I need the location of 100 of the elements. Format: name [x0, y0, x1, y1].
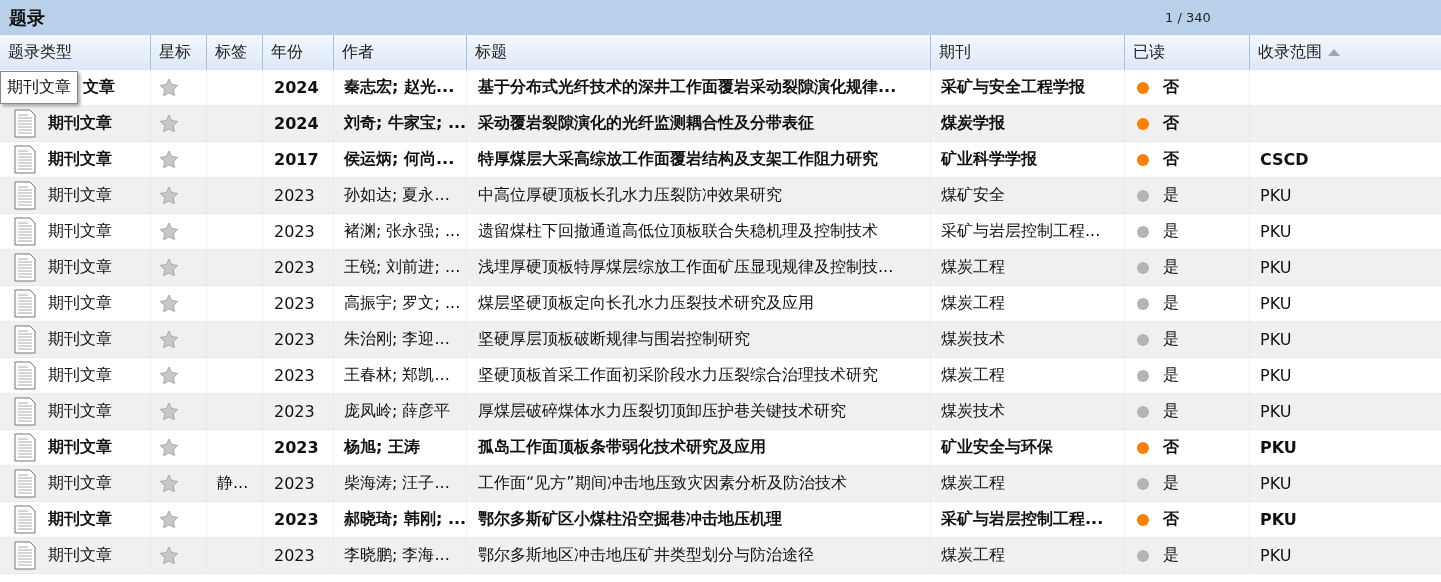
- table-cell: 2023: [274, 510, 319, 529]
- table-cell: 煤层坚硬顶板定向长孔水力压裂技术研究及应用: [478, 293, 814, 314]
- table-cell: 否: [1163, 437, 1179, 458]
- table-cell: 李晓鹏; 李海...: [344, 545, 450, 566]
- column-header[interactable]: 题录类型: [0, 35, 150, 70]
- table-cell: 期刊文章: [48, 509, 112, 530]
- table-cell: 2023: [274, 222, 315, 241]
- table-cell: 期刊文章: [48, 437, 112, 458]
- star-icon[interactable]: [159, 330, 179, 349]
- star-icon[interactable]: [159, 438, 179, 457]
- star-icon[interactable]: [159, 258, 179, 277]
- table-cell: 采矿与岩层控制工程...: [941, 221, 1101, 242]
- table-cell: 郝晓琦; 韩刚; ...: [344, 509, 467, 530]
- table-cell: 是: [1163, 329, 1179, 350]
- document-icon: [14, 397, 36, 426]
- document-icon: [14, 433, 36, 462]
- table-cell: PKU: [1260, 186, 1292, 205]
- table-cell: 高振宇; 罗文; ...: [344, 293, 461, 314]
- table-cell: 坚硬顶板首采工作面初采阶段水力压裂综合治理技术研究: [478, 365, 878, 386]
- table-cell: 文章: [83, 77, 115, 98]
- table-cell: 是: [1163, 473, 1179, 494]
- document-icon: [14, 253, 36, 282]
- table-cell: 期刊文章: [48, 185, 112, 206]
- table-cell: 采矿与岩层控制工程...: [941, 509, 1104, 530]
- table-cell: PKU: [1260, 402, 1292, 421]
- table-cell: 采动覆岩裂隙演化的光纤监测耦合性及分带表征: [478, 113, 814, 134]
- document-icon: [14, 289, 36, 318]
- table-cell: 侯运炳; 何尚...: [344, 149, 455, 170]
- document-icon: [14, 325, 36, 354]
- table-cell: PKU: [1260, 474, 1292, 493]
- table-cell: 煤炭技术: [941, 401, 1005, 422]
- table-cell: PKU: [1260, 546, 1292, 565]
- table-cell: 工作面“见方”期间冲击地压致灾因素分析及防治技术: [478, 473, 847, 494]
- table-cell: 2024: [274, 78, 319, 97]
- panel-title: 题录: [8, 5, 45, 30]
- star-icon[interactable]: [159, 114, 179, 133]
- document-icon: [14, 109, 36, 138]
- star-icon[interactable]: [159, 78, 179, 97]
- table-cell: 期刊文章: [48, 401, 112, 422]
- document-icon: [14, 217, 36, 246]
- table-cell: 煤炭工程: [941, 293, 1005, 314]
- star-icon[interactable]: [159, 546, 179, 565]
- record-counter: 1 / 340: [1165, 10, 1211, 25]
- star-icon[interactable]: [159, 222, 179, 241]
- table-cell: 是: [1163, 365, 1179, 386]
- document-icon: [14, 145, 36, 174]
- table-cell: 是: [1163, 293, 1179, 314]
- star-icon[interactable]: [159, 186, 179, 205]
- table-cell: 褚渊; 张永强; ...: [344, 221, 461, 242]
- table-cell: 孙如达; 夏永...: [344, 185, 450, 206]
- table-cell: 杨旭; 王涛: [344, 437, 420, 458]
- star-icon[interactable]: [159, 366, 179, 385]
- table-cell: 鄂尔多斯矿区小煤柱沿空掘巷冲击地压机理: [478, 509, 782, 530]
- table-cell: 中高位厚硬顶板长孔水力压裂防冲效果研究: [478, 185, 782, 206]
- table-cell: 否: [1163, 509, 1179, 530]
- star-icon[interactable]: [159, 294, 179, 313]
- tooltip: 期刊文章: [0, 71, 78, 104]
- table-cell: 2023: [274, 438, 319, 457]
- sort-ascending-icon: [1328, 49, 1340, 56]
- document-icon: [14, 469, 36, 498]
- star-icon[interactable]: [159, 402, 179, 421]
- table-cell: 煤炭技术: [941, 329, 1005, 350]
- table-cell: PKU: [1260, 222, 1292, 241]
- table-cell: PKU: [1260, 294, 1292, 313]
- table-cell: PKU: [1260, 366, 1292, 385]
- table-cell: 期刊文章: [48, 257, 112, 278]
- table-cell: 庞凤岭; 薛彦平: [344, 401, 451, 422]
- table-cell: 煤炭学报: [941, 113, 1005, 134]
- document-icon: [14, 181, 36, 210]
- table-cell: 王锐; 刘前进; ...: [344, 257, 461, 278]
- table-cell: PKU: [1260, 438, 1297, 457]
- star-icon[interactable]: [159, 510, 179, 529]
- table-cell: 基于分布式光纤技术的深井工作面覆岩采动裂隙演化规律...: [478, 77, 897, 98]
- table-cell: 矿业科学学报: [941, 149, 1037, 170]
- table-cell: 期刊文章: [48, 473, 112, 494]
- table-cell: 2023: [274, 366, 315, 385]
- document-icon: [14, 505, 36, 534]
- table-cell: 是: [1163, 185, 1179, 206]
- table-cell: 期刊文章: [48, 293, 112, 314]
- table-cell: 2024: [274, 114, 319, 133]
- table-cell: 2017: [274, 150, 319, 169]
- table-cell: PKU: [1260, 330, 1292, 349]
- table-cell: PKU: [1260, 510, 1297, 529]
- table-cell: 2023: [274, 474, 315, 493]
- star-icon[interactable]: [159, 474, 179, 493]
- table-cell: CSCD: [1260, 150, 1309, 169]
- table-cell: 否: [1163, 113, 1179, 134]
- table-cell: 煤炭工程: [941, 257, 1005, 278]
- table-cell: 期刊文章: [48, 149, 112, 170]
- table-cell: 2023: [274, 258, 315, 277]
- table-cell: 采矿与安全工程学报: [941, 77, 1085, 98]
- table-cell: 坚硬厚层顶板破断规律与围岩控制研究: [478, 329, 750, 350]
- table-cell: 厚煤层破碎煤体水力压裂切顶卸压护巷关键技术研究: [478, 401, 846, 422]
- table-cell: 是: [1163, 545, 1179, 566]
- table-cell: 2023: [274, 402, 315, 421]
- table-cell: 秦志宏; 赵光...: [344, 77, 455, 98]
- table-cell: 期刊文章: [48, 329, 112, 350]
- table-cell: 浅埋厚硬顶板特厚煤层综放工作面矿压显现规律及控制技...: [478, 257, 894, 278]
- table-cell: 2023: [274, 294, 315, 313]
- star-icon[interactable]: [159, 150, 179, 169]
